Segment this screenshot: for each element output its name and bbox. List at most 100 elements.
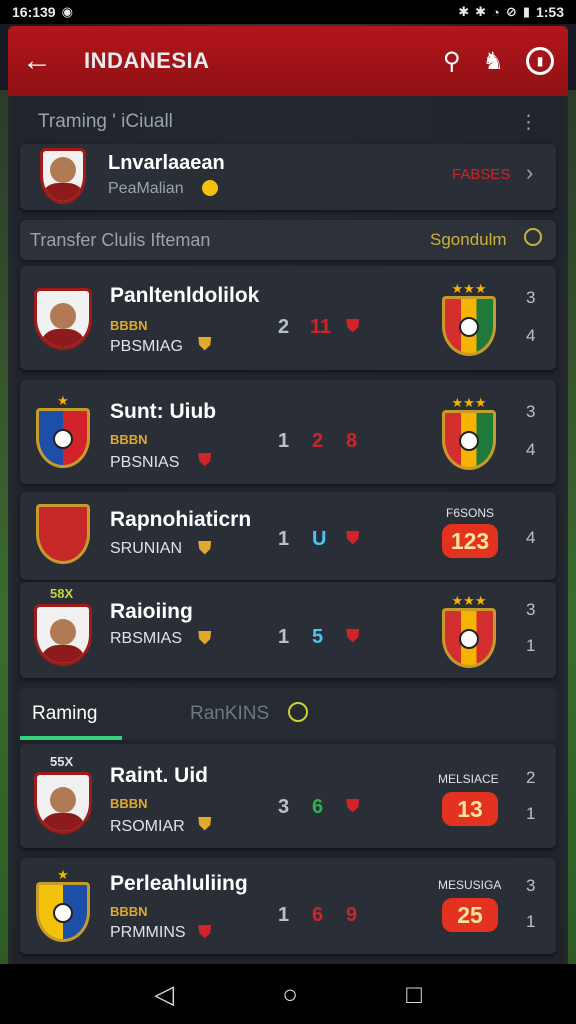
side-bottom: 1 — [526, 804, 536, 823]
club-sub: SRUNIAN — [110, 540, 183, 557]
ranking-card[interactable]: ★ Perleahluliing BBBN PRMMINS ⛊ 1 6 9 ME… — [20, 858, 556, 954]
settings-icon[interactable] — [524, 228, 542, 246]
shield-icon: ⛊ — [198, 814, 212, 834]
avatar — [34, 604, 92, 666]
bluetooth-icon: ✱ — [475, 4, 487, 19]
club-card[interactable]: Rapnohiaticrn SRUNIAN ⛊ 1 U ⛊ F6SONS 123… — [20, 492, 556, 580]
badge-label: MELSIACE — [438, 772, 499, 786]
shield-icon: ⛊ — [346, 626, 360, 646]
club-card[interactable]: ★ Sunt: Uiub BBBN PBSNIAS ⛊ 1 2 8 ★★★ 3 … — [20, 380, 556, 484]
club-card[interactable]: Panltenldolilok BBBN PBSMIAG ⛊ 2 11 ⛊ ★★… — [20, 266, 556, 370]
club-tag: BBBN — [110, 318, 148, 333]
score-b: 6 — [312, 904, 324, 926]
score-b: 5 — [312, 626, 324, 648]
shield-icon: ⛊ — [346, 316, 360, 336]
team-icon[interactable]: ♞ — [482, 47, 504, 76]
side-bottom: 1 — [526, 912, 536, 931]
score-b: 6 — [312, 796, 324, 818]
score-a: 1 — [278, 528, 290, 550]
more-icon[interactable]: ⋮ — [519, 111, 538, 134]
profile-card[interactable]: Lnvarlaaean PeaMalian FABSES › — [20, 144, 556, 210]
ranking-card[interactable]: 55X Raint. Uid BBBN RSOMIAR ⛊ 3 6 ⛊ MELS… — [20, 744, 556, 848]
status-time-right: 1:53 — [535, 4, 564, 20]
tab-bar: Raming RanKINS — [20, 688, 556, 740]
side-bottom: 4 — [526, 326, 536, 345]
status-time-left: 16:139 — [12, 4, 56, 20]
chevron-right-icon[interactable]: › — [526, 160, 533, 186]
info-icon[interactable]: ▮ — [526, 47, 554, 75]
active-tab-indicator — [20, 736, 122, 740]
badge-label: F6SONS — [446, 506, 495, 520]
club-crest-icon: ★★★ — [442, 593, 496, 668]
side-top: 3 — [526, 288, 536, 307]
score-c: 9 — [346, 904, 358, 926]
bluetooth-icon: ✱ — [458, 4, 470, 19]
battery-icon: ▮ — [522, 4, 530, 19]
score-b: 2 — [312, 430, 324, 452]
profile-name: Lnvarlaaean — [108, 152, 225, 174]
home-nav-icon[interactable]: ○ — [282, 979, 298, 1010]
page-title: INDANESIA — [84, 48, 210, 73]
settings-icon[interactable] — [288, 702, 308, 722]
score-a: 1 — [278, 430, 290, 452]
score-c: 8 — [346, 430, 358, 452]
avatar — [34, 772, 92, 834]
side-bottom: 4 — [526, 528, 536, 547]
avatar — [40, 148, 86, 204]
wifi-icon: ◔ — [492, 4, 500, 20]
shield-icon: ⛊ — [198, 334, 212, 354]
club-name: Rapnohiaticrn — [110, 508, 252, 531]
score-b: U — [312, 528, 327, 550]
club-sub: PBSNIAS — [110, 454, 180, 471]
club-crest-icon: ★★★ — [442, 395, 496, 470]
transfer-right-label: Sgondulm — [430, 230, 507, 249]
recents-nav-icon[interactable]: □ — [406, 979, 422, 1010]
app-bar: ← INDANESIA ⚲ ♞ ▮ — [8, 26, 568, 96]
club-name: Panltenldolilok — [110, 284, 260, 307]
club-crest-icon — [36, 504, 90, 564]
ranking-tag-top: 55X — [50, 754, 74, 769]
score-b: 11 — [310, 316, 332, 338]
club-card[interactable]: 58X Raioiing RBSMIAS ⛊ 1 5 ⛊ ★★★ 3 1 — [20, 582, 556, 678]
back-arrow-icon[interactable]: ← — [22, 44, 62, 78]
avatar — [34, 288, 92, 350]
club-crest-icon: ★ — [36, 867, 90, 942]
club-tag: BBBN — [110, 432, 148, 447]
search-icon[interactable]: ⚲ — [443, 47, 461, 76]
back-nav-icon[interactable]: ◁ — [154, 979, 174, 1010]
side-bottom: 1 — [526, 636, 536, 655]
score-a: 3 — [278, 796, 290, 818]
training-section-header: Traming ' iCiuall ⋮ — [20, 108, 556, 136]
shield-icon: ⛊ — [346, 528, 360, 548]
shield-icon: ⛊ — [198, 450, 212, 470]
transfer-section-title: Transfer Clulis Ifteman — [30, 230, 211, 250]
tab-rankins[interactable]: RanKINS — [190, 703, 269, 725]
shield-icon: ⛊ — [198, 922, 212, 942]
ranking-sub: RSOMIAR — [110, 818, 185, 835]
club-tag: 58X — [50, 586, 74, 601]
system-navigation-bar: ◁ ○ □ — [0, 964, 576, 1024]
ranking-tag: BBBN — [110, 904, 148, 919]
club-name: Sunt: Uiub — [110, 400, 217, 423]
training-section-title: Traming ' iCiuall — [38, 111, 173, 132]
side-top: 2 — [526, 768, 536, 787]
side-top: 3 — [526, 402, 536, 421]
score-badge: 123 — [442, 524, 498, 558]
badge-label: MESUSIGA — [438, 878, 502, 892]
club-sub: PBSMIAG — [110, 338, 183, 355]
profile-status: FABSES — [452, 166, 511, 183]
score-badge: 25 — [442, 898, 498, 932]
score-a: 1 — [278, 626, 290, 648]
side-bottom: 4 — [526, 440, 536, 459]
club-sub: RBSMIAS — [110, 630, 183, 647]
alarm-icon: ⊘ — [505, 4, 517, 19]
notification-icon: ◉ — [61, 4, 73, 19]
ranking-sub: PRMMINS — [110, 924, 186, 941]
score-a: 2 — [278, 316, 290, 338]
shield-icon: ⛊ — [346, 796, 360, 816]
ranking-name: Perleahluliing — [110, 872, 248, 895]
profile-sub: PeaMalian — [108, 180, 184, 197]
shield-icon: ⛊ — [198, 628, 212, 648]
club-crest-icon: ★ — [36, 393, 90, 468]
tab-raming[interactable]: Raming — [32, 703, 97, 725]
